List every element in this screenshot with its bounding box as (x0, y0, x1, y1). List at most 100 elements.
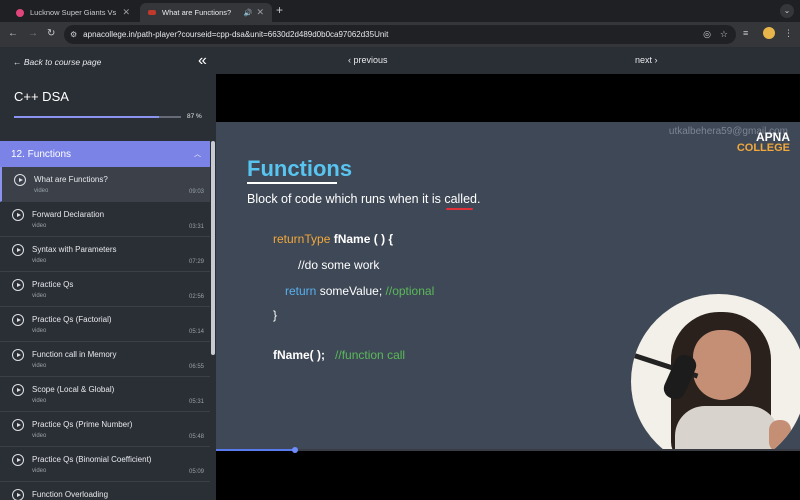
lesson-item[interactable]: Function call in Memory video 06:55 (0, 342, 210, 377)
lesson-item[interactable]: Scope (Local & Global) video 05:31 (0, 377, 210, 412)
scrollbar-thumb[interactable] (211, 141, 215, 355)
site-info-icon[interactable]: ⚙ (70, 30, 77, 39)
section-title: 12. Functions (11, 148, 72, 160)
play-circle-icon (12, 454, 24, 466)
video-seek-bar[interactable] (216, 447, 800, 453)
code-line-close: } (273, 308, 278, 322)
lesson-type: video (32, 223, 47, 229)
play-circle-icon (12, 209, 24, 221)
reload-icon[interactable]: ↻ (47, 28, 55, 39)
lesson-type: video (32, 258, 47, 264)
play-circle-icon (14, 174, 26, 186)
media-controls-icon[interactable]: ≡ (743, 28, 748, 38)
lesson-title: Practice Qs (Factorial) (32, 315, 112, 324)
lesson-item[interactable]: What are Functions? video 09:03 (0, 167, 210, 202)
code-parens: ( ) { (373, 232, 394, 246)
tab-title: What are Functions? (162, 8, 232, 17)
lesson-title: Practice Qs (Prime Number) (32, 420, 133, 429)
lesson-item[interactable]: Practice Qs (Prime Number) video 05:48 (0, 412, 210, 447)
next-button[interactable]: next › (635, 55, 658, 65)
back-to-course-link[interactable]: ← Back to course page (13, 57, 101, 67)
lesson-title: What are Functions? (34, 175, 108, 184)
previous-button[interactable]: ‹ previous (348, 55, 388, 65)
lesson-item[interactable]: Practice Qs (Factorial) video 05:14 (0, 307, 210, 342)
address-bar[interactable]: ⚙ apnacollege.in/path-player?courseid=cp… (64, 25, 736, 44)
lesson-title: Function Overloading (32, 490, 109, 499)
code-return-value: someValue; (319, 284, 383, 298)
lesson-title: Practice Qs (32, 280, 74, 289)
annotation-underline (446, 208, 473, 210)
eye-icon[interactable]: ◎ (703, 29, 711, 40)
play-circle-icon (12, 384, 24, 396)
profile-avatar[interactable] (763, 27, 775, 39)
speaker-icon[interactable]: 🔊 (244, 9, 253, 17)
lesson-duration: 05:31 (188, 399, 204, 405)
code-line-return: return someValue; //optional (285, 284, 434, 298)
lesson-item[interactable]: Practice Qs video 02:56 (0, 272, 210, 307)
instructor-webcam (631, 294, 800, 450)
lesson-item[interactable]: Function Overloadingvideo (0, 482, 210, 500)
back-arrow-icon[interactable]: ← (8, 28, 18, 39)
browser-tab-strip: Lucknow Super Giants Vs Mu ✕ What are Fu… (0, 0, 800, 22)
lesson-item[interactable]: Syntax with Parameters video 07:29 (0, 237, 210, 272)
section-header-functions[interactable]: 12. Functions ︿ (0, 141, 210, 167)
lesson-duration: 05:14 (188, 329, 204, 335)
play-circle-icon (12, 349, 24, 361)
more-menu-icon[interactable]: ⋮ (784, 28, 793, 39)
left-arrow-icon: ← (13, 57, 24, 67)
play-circle-icon (12, 244, 24, 256)
lesson-duration: 03:31 (188, 224, 204, 230)
lesson-item[interactable]: Forward Declaration video 03:31 (0, 202, 210, 237)
code-line-signature: returnType fName ( ) { (273, 232, 393, 246)
back-link-label: Back to course page (23, 57, 102, 67)
close-tab-icon[interactable]: ✕ (256, 7, 264, 18)
seek-bar-fill (216, 449, 295, 451)
video-player[interactable]: utkalbehera59@gmail.com APNA COLLEGE Fun… (216, 74, 800, 500)
logo-line-2: COLLEGE (736, 142, 790, 155)
bookmark-star-icon[interactable]: ☆ (720, 29, 728, 40)
lesson-item[interactable]: Practice Qs (Binomial Coefficient) video 0… (0, 447, 210, 482)
slide-title: Functions (247, 156, 353, 181)
play-circle-icon (12, 314, 24, 326)
lecture-slide: utkalbehera59@gmail.com APNA COLLEGE Fun… (216, 122, 800, 450)
lesson-duration: 02:56 (188, 294, 204, 300)
browser-tab-functions[interactable]: What are Functions? 🔊 ✕ (140, 3, 272, 22)
code-function-name: fName (333, 232, 371, 246)
apna-college-logo: APNA COLLEGE (736, 131, 790, 155)
tab-search-icon[interactable]: ⌄ (780, 4, 794, 18)
tab-favicon-icon (148, 10, 156, 15)
code-call: fName( ); (273, 348, 326, 362)
lesson-duration: 06:55 (188, 364, 204, 370)
chevron-up-icon: ︿ (194, 151, 201, 158)
tab-favicon-icon (16, 8, 24, 17)
slide-subtitle: Block of code which runs when it is call… (247, 192, 481, 206)
browser-toolbar: ← → ↻ ⚙ apnacollege.in/path-player?cours… (0, 22, 800, 47)
forward-arrow-icon[interactable]: → (28, 28, 38, 39)
next-label: next (635, 55, 653, 65)
seek-bar-handle[interactable] (291, 447, 298, 453)
tab-title: Lucknow Super Giants Vs Mu (30, 8, 118, 17)
title-underline (247, 182, 337, 184)
lesson-type: video (32, 293, 47, 299)
new-tab-icon[interactable]: + (276, 3, 283, 17)
close-tab-icon[interactable]: ✕ (122, 7, 130, 18)
lesson-type: video (32, 328, 47, 334)
browser-tab-lucknow[interactable]: Lucknow Super Giants Vs Mu ✕ (8, 3, 138, 22)
code-call-comment: //function call (335, 348, 406, 362)
course-sidebar: ← Back to course page « C++ DSA 87 % 12.… (0, 47, 216, 500)
course-title: C++ DSA (14, 89, 69, 104)
lesson-type: video (32, 363, 47, 369)
course-progress-fill (14, 116, 160, 118)
lesson-title: Syntax with Parameters (32, 245, 117, 254)
code-return-type: returnType (273, 232, 331, 246)
omnibox-actions: ◎ ☆ (703, 29, 728, 40)
lesson-type: video (32, 468, 47, 474)
webcam-shirt (675, 406, 779, 450)
url-text: apnacollege.in/path-player?courseid=cpp-… (83, 30, 389, 39)
collapse-sidebar-icon[interactable]: « (198, 52, 207, 70)
lesson-title: Practice Qs (Binomial Coefficient) (32, 455, 152, 464)
lesson-type: video (32, 433, 47, 439)
code-comment: //optional (385, 284, 435, 298)
play-circle-icon (12, 279, 24, 291)
lesson-duration: 05:09 (188, 469, 204, 475)
